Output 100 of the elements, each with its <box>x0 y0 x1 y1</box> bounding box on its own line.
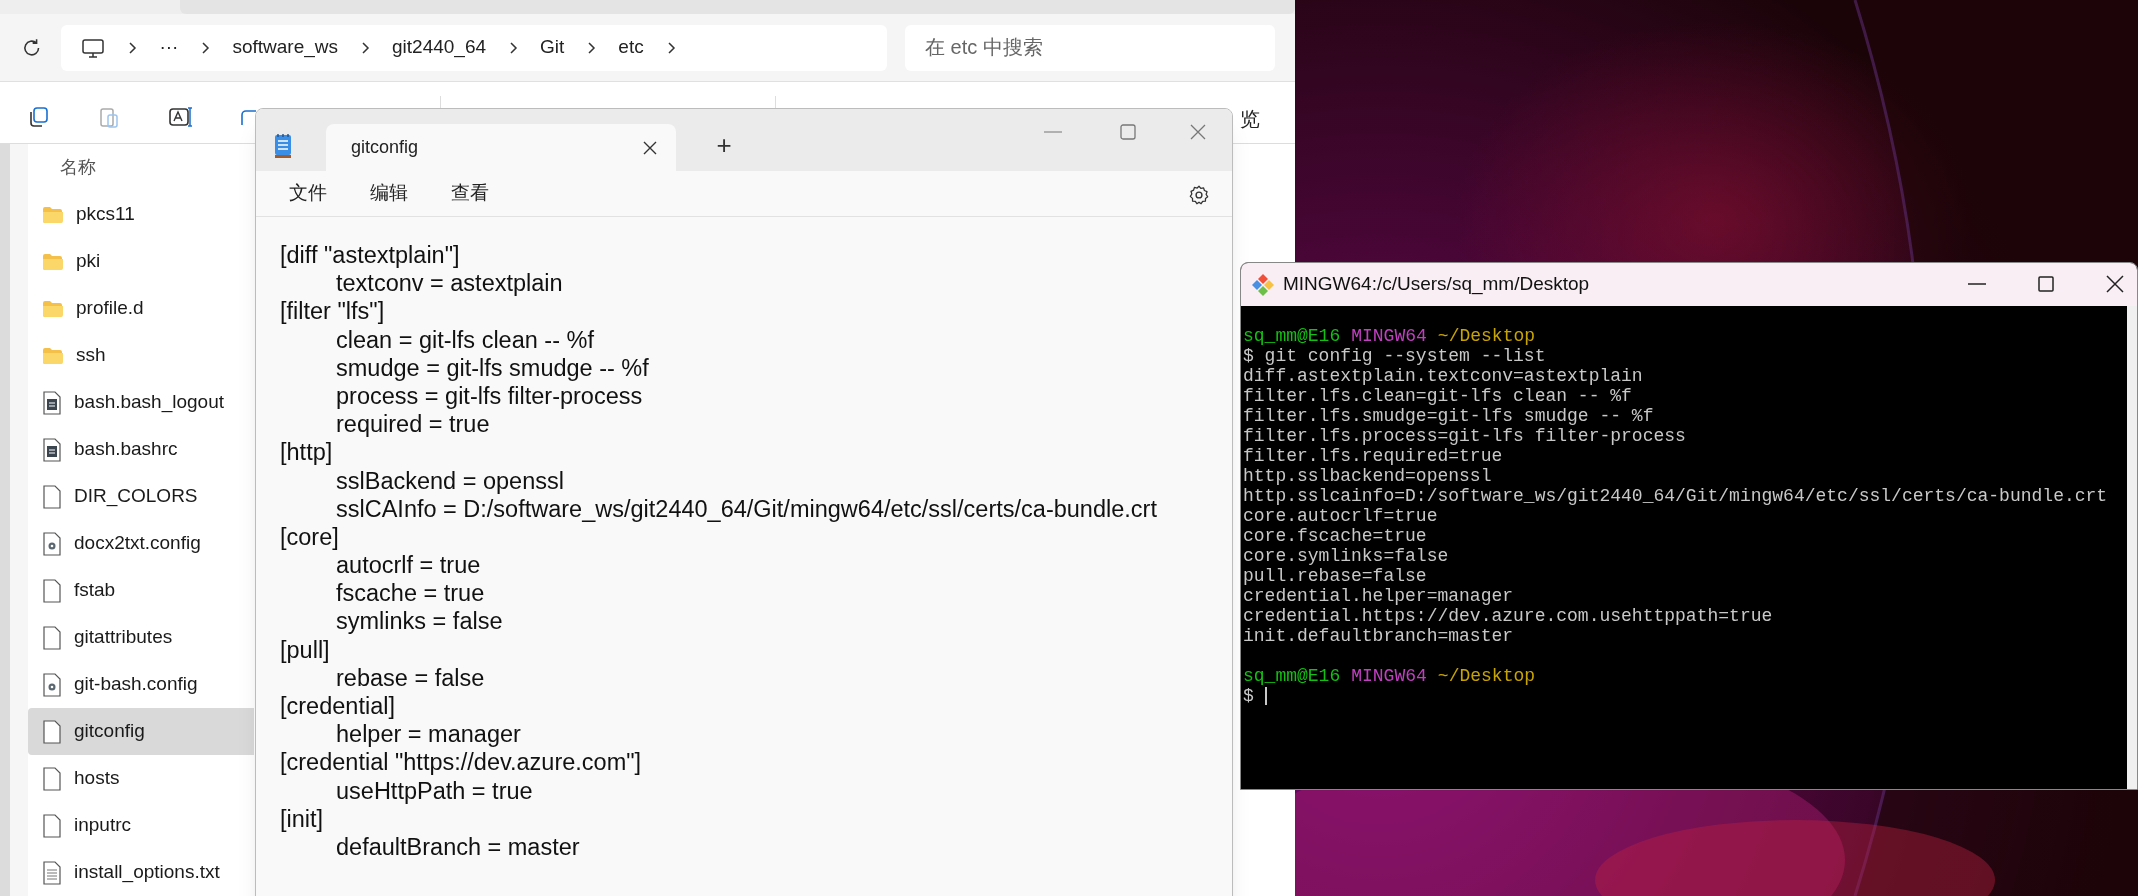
close-icon[interactable] <box>2106 275 2124 293</box>
column-header[interactable]: 名称 <box>60 154 96 181</box>
text-line: [filter "lfs"] <box>280 297 386 326</box>
text-line: useHttpPath = true <box>335 776 534 805</box>
file-icon <box>42 578 62 603</box>
file-row[interactable]: pki <box>28 238 254 285</box>
terminal-line: init.defaultbranch=master <box>1243 626 1515 646</box>
file-row[interactable]: ssh <box>28 332 254 379</box>
window-title: MINGW64:/c/Users/sq_mm/Desktop <box>1283 272 1590 297</box>
file-row[interactable]: pkcs11 <box>28 191 254 238</box>
text-line: [credential "https://dev.azure.com"] <box>280 748 643 777</box>
breadcrumb-item[interactable]: Git <box>540 33 565 62</box>
file-row[interactable]: gitconfig <box>28 708 254 755</box>
text-line: [core] <box>280 522 340 552</box>
menu-item[interactable]: 编辑 <box>351 175 427 212</box>
prompt-path: ~/Desktop <box>1437 666 1536 686</box>
text-line: [http] <box>280 438 334 467</box>
settings-file-icon <box>42 672 62 697</box>
terminal-line: pull.rebase=false <box>1243 566 1428 586</box>
terminal-line: credential.helper=manager <box>1243 586 1515 606</box>
breadcrumb-item[interactable]: etc <box>618 33 644 62</box>
breadcrumb-item[interactable]: git2440_64 <box>392 33 487 62</box>
settings-icon[interactable] <box>1188 184 1210 206</box>
file-row[interactable]: profile.d <box>28 285 254 332</box>
text-line: sslBackend = openssl <box>335 466 565 495</box>
toolbar-label: 览 <box>1240 107 1260 131</box>
terminal-line: core.fscache=true <box>1243 526 1428 546</box>
search-field[interactable]: 在 etc 中搜索 <box>905 24 1275 71</box>
menu-item[interactable]: 文件 <box>270 175 346 212</box>
file-row[interactable]: install_options.txt <box>28 849 254 896</box>
file-row[interactable]: docx2txt.config <box>28 520 254 567</box>
text-line: clean = git-lfs clean -- %f <box>335 325 595 354</box>
text-line: textconv = astextplain <box>335 269 564 298</box>
prompt-user: sq_mm@E16 <box>1243 326 1341 346</box>
terminal-line: filter.lfs.smudge=git-lfs smudge -- %f <box>1243 406 1655 426</box>
terminal-line: http.sslbackend=openssl <box>1243 466 1493 486</box>
terminal-line: filter.lfs.clean=git-lfs clean -- %f <box>1243 386 1633 406</box>
text-line: required = true <box>335 410 491 439</box>
file-icon <box>42 719 62 744</box>
chevron-icon[interactable] <box>665 40 676 55</box>
chevron-icon[interactable] <box>508 40 519 55</box>
terminal-line: core.autocrlf=true <box>1243 506 1439 526</box>
maximize-icon[interactable] <box>2038 276 2054 292</box>
chevron-icon[interactable] <box>200 40 211 55</box>
text-line: [diff "astextplain"] <box>280 241 461 270</box>
file-icon <box>42 625 62 650</box>
terminal-line: core.symlinks=false <box>1243 546 1450 566</box>
file-icon <box>42 813 62 838</box>
text-line: [init] <box>280 804 325 833</box>
scrollbar[interactable] <box>2127 306 2137 789</box>
chevron-icon[interactable] <box>127 40 138 55</box>
text-line: smudge = git-lfs smudge -- %f <box>335 353 650 382</box>
breadcrumb-item[interactable]: software_ws <box>232 33 338 62</box>
prompt-path: ~/Desktop <box>1437 326 1536 346</box>
chevron-icon[interactable] <box>586 40 597 55</box>
prompt-system: MINGW64 <box>1351 666 1427 686</box>
overflow-menu[interactable]: ··· <box>159 33 179 62</box>
folder-icon <box>42 252 64 271</box>
text-line: helper = manager <box>335 720 522 749</box>
address-bar[interactable]: ··· software_ws git2440_64 Git etc <box>61 24 887 71</box>
new-tab-button[interactable]: + <box>706 129 742 161</box>
file-row[interactable]: hosts <box>28 755 254 802</box>
prompt-symbol: $ <box>1243 686 1254 706</box>
close-icon[interactable] <box>642 139 658 156</box>
file-row[interactable]: git-bash.config <box>28 661 254 708</box>
settings-file-icon <box>42 531 62 556</box>
file-row[interactable]: fstab <box>28 567 254 614</box>
rename-icon[interactable] <box>168 105 194 130</box>
text-line: autocrlf = true <box>335 551 482 580</box>
folder-icon <box>42 205 64 224</box>
terminal-line: filter.lfs.required=true <box>1243 446 1504 466</box>
folder-icon <box>42 299 64 318</box>
file-icon <box>42 484 62 509</box>
maximize-icon[interactable] <box>1120 124 1136 140</box>
file-row[interactable]: bash.bash_logout <box>28 379 254 426</box>
menu-item[interactable]: 查看 <box>432 175 508 212</box>
text-line: sslCAInfo = D:/software_ws/git2440_64/Git/mingw64/etc/ssl/certs/ca-bundle.crt <box>335 494 1158 523</box>
file-row[interactable]: gitattributes <box>28 614 254 661</box>
prompt-user: sq_mm@E16 <box>1243 666 1341 686</box>
terminal-line: diff.astextplain.textconv=astextplain <box>1243 366 1644 386</box>
text-line: symlinks = false <box>335 607 504 636</box>
file-icon <box>42 766 62 791</box>
terminal-line: http.sslcainfo=D:/software_ws/git2440_64/Git/mingw64/etc/ssl/certs/ca-bundle.crt <box>1243 486 2109 506</box>
terminal-line: filter.lfs.process=git-lfs filter-process <box>1243 426 1687 446</box>
notepad-icon <box>273 133 293 159</box>
terminal-line: $ git config --system --list <box>1243 346 1547 366</box>
chevron-icon[interactable] <box>360 40 370 55</box>
text-file-icon <box>42 860 62 885</box>
terminal-line: credential.https://dev.azure.com.usehttppath=true <box>1243 606 1774 626</box>
computer-icon[interactable] <box>81 36 106 59</box>
file-row[interactable]: DIR_COLORS <box>28 473 254 520</box>
text-line: [pull] <box>280 635 331 664</box>
text-line: defaultBranch = master <box>335 832 581 862</box>
file-row[interactable]: inputrc <box>28 802 254 849</box>
prompt-system: MINGW64 <box>1351 326 1427 346</box>
text-line: fscache = true <box>335 579 486 608</box>
document-icon <box>42 390 62 415</box>
file-row[interactable]: bash.bashrc <box>28 426 254 473</box>
git-logo-icon <box>1251 272 1275 297</box>
document-tab[interactable]: gitconfig <box>326 124 676 171</box>
